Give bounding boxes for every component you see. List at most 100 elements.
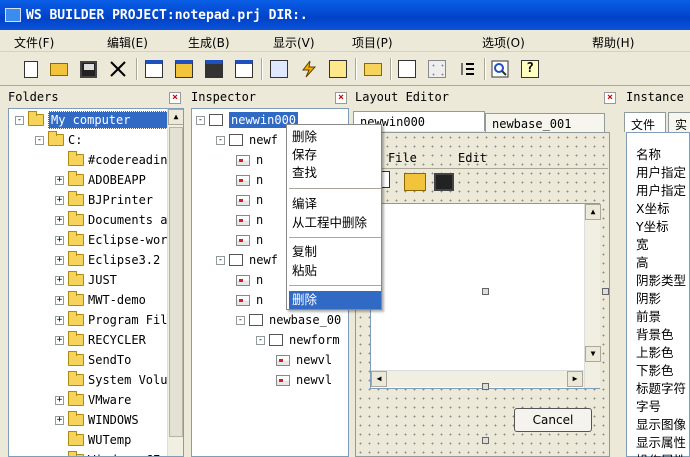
folder-tree-item[interactable]: WUTemp [55, 431, 131, 449]
inspector-tree-item[interactable]: n [236, 291, 263, 309]
property-name[interactable]: 阴影类型 [636, 270, 686, 289]
folder-tree-item[interactable]: #codereadin [55, 151, 167, 169]
folder-tree-item[interactable]: - My computer [15, 111, 172, 129]
inspector-tree-item[interactable]: - newbase_00 [236, 311, 341, 329]
resize-handle[interactable] [482, 437, 489, 444]
inspector-tree-item[interactable]: n [236, 171, 263, 189]
expand-icon[interactable]: + [55, 295, 64, 305]
property-name[interactable]: 阴影 [636, 288, 661, 307]
folder-tree-item[interactable]: +Windows CE [55, 451, 160, 456]
collapse-icon[interactable]: - [15, 115, 24, 125]
tab-instance[interactable]: 实 [668, 112, 690, 132]
scroll-down-icon[interactable]: ▼ [585, 346, 601, 362]
expand-icon[interactable]: + [55, 255, 64, 265]
folders-scrollbar[interactable]: ▲ [167, 109, 183, 456]
inspector-tree-item[interactable]: n [236, 151, 263, 169]
new-window-icon[interactable] [143, 58, 165, 80]
folder-icon[interactable] [362, 58, 384, 80]
scroll-left-icon[interactable]: ◀ [371, 371, 387, 387]
collapse-icon[interactable]: - [35, 135, 44, 145]
property-name[interactable]: 背景色 [636, 324, 674, 343]
form-menu-file[interactable]: File [388, 151, 417, 165]
resize-handle[interactable] [482, 288, 489, 295]
close-window-icon[interactable] [233, 58, 255, 80]
collapse-icon[interactable]: - [236, 315, 245, 325]
menu-options[interactable]: 选项(O) [482, 34, 525, 51]
menu-edit[interactable]: 编辑(E) [107, 34, 148, 51]
expand-icon[interactable]: + [55, 415, 64, 425]
property-name[interactable]: 字号 [636, 396, 661, 415]
form-save-icon[interactable] [434, 173, 454, 191]
tab-newbase-001[interactable]: newbase_001 [485, 113, 605, 133]
context-save[interactable]: 保存 [289, 146, 381, 164]
property-name[interactable]: X坐标 [636, 198, 670, 217]
expand-icon[interactable]: + [55, 275, 64, 285]
folder-tree-item[interactable]: + Documents a [55, 211, 167, 229]
property-name[interactable]: 前景 [636, 306, 661, 325]
menu-project[interactable]: 项目(P) [352, 34, 393, 51]
help-icon[interactable]: ? [519, 58, 541, 80]
inspector-tree-item[interactable]: - newwin000 [196, 111, 299, 129]
property-name[interactable]: 用户指定 [636, 180, 686, 199]
folder-tree-item[interactable]: + WINDOWS [55, 411, 139, 429]
search-icon[interactable] [268, 58, 290, 80]
folder-tree-item[interactable]: - C: [35, 131, 82, 149]
inspector-tree-item[interactable]: n [236, 231, 263, 249]
text-area-hscroll[interactable]: ◀ ▶ [371, 370, 584, 387]
property-name[interactable]: 下影色 [636, 360, 674, 379]
folder-tree-item[interactable]: System Volu [55, 371, 167, 389]
form-open-icon[interactable] [404, 173, 426, 191]
grid-icon[interactable] [426, 58, 448, 80]
expand-icon[interactable]: + [55, 335, 64, 345]
form-text-area[interactable]: ▲ ▼ ◀ ▶ [370, 203, 601, 389]
folder-tree-item[interactable]: + Eclipse-wor [55, 231, 167, 249]
collapse-icon[interactable]: - [216, 255, 225, 265]
expand-icon[interactable]: + [55, 395, 64, 405]
new-file-icon[interactable] [20, 58, 42, 80]
folder-tree-item[interactable]: + ADOBEAPP [55, 171, 146, 189]
design-canvas[interactable]: File Edit ▲ ▼ ◀ ▶ Cancel [355, 132, 610, 457]
property-name[interactable]: 显示图像 [636, 414, 686, 433]
compile-icon[interactable] [327, 58, 349, 80]
expand-icon[interactable]: + [55, 315, 64, 325]
find-icon[interactable] [489, 58, 511, 80]
property-name[interactable]: Y坐标 [636, 216, 669, 235]
scroll-up-icon[interactable]: ▲ [168, 109, 183, 125]
property-name[interactable]: 操作属性 [636, 450, 686, 457]
close-icon[interactable]: × [335, 92, 347, 104]
layout-icon[interactable] [396, 58, 418, 80]
save-icon[interactable] [77, 58, 99, 80]
order-icon[interactable] [456, 58, 478, 80]
close-icon[interactable]: × [169, 92, 181, 104]
expand-icon[interactable]: + [55, 195, 64, 205]
close-icon[interactable]: × [604, 92, 616, 104]
property-name[interactable]: 标题字符 [636, 378, 686, 397]
inspector-tree-item[interactable]: newvl [276, 351, 332, 369]
form-menu-edit[interactable]: Edit [458, 151, 487, 165]
expand-icon[interactable]: + [55, 235, 64, 245]
inspector-tree-item[interactable]: - newform [256, 331, 340, 349]
menu-help[interactable]: 帮助(H) [592, 34, 634, 51]
scroll-right-icon[interactable]: ▶ [567, 371, 583, 387]
folder-tree-item[interactable]: + BJPrinter [55, 191, 153, 209]
scroll-up-icon[interactable]: ▲ [585, 204, 601, 220]
build-icon[interactable] [298, 58, 320, 80]
folder-tree-item[interactable]: + JUST [55, 271, 117, 289]
property-name[interactable]: 名称 [636, 144, 661, 163]
inspector-tree-item[interactable]: newvl [276, 371, 332, 389]
context-remove-from-project[interactable]: 从工程中删除 [289, 214, 381, 232]
open-window-icon[interactable] [173, 58, 195, 80]
collapse-icon[interactable]: - [256, 335, 265, 345]
property-name[interactable]: 用户指定 [636, 162, 686, 181]
property-name[interactable]: 显示属性 [636, 432, 686, 451]
open-folder-icon[interactable] [48, 58, 70, 80]
text-area-vscroll[interactable]: ▲ ▼ [584, 204, 601, 388]
property-name[interactable]: 上影色 [636, 342, 674, 361]
scroll-thumb[interactable] [169, 127, 183, 437]
context-compile[interactable]: 编译 [289, 195, 381, 213]
folder-tree-item[interactable]: + MWT-demo [55, 291, 146, 309]
folder-tree-item[interactable]: + Eclipse3.2 [55, 251, 160, 269]
cut-icon[interactable] [107, 58, 129, 80]
inspector-tree-item[interactable]: n [236, 211, 263, 229]
context-find[interactable]: 查找 [289, 164, 381, 182]
